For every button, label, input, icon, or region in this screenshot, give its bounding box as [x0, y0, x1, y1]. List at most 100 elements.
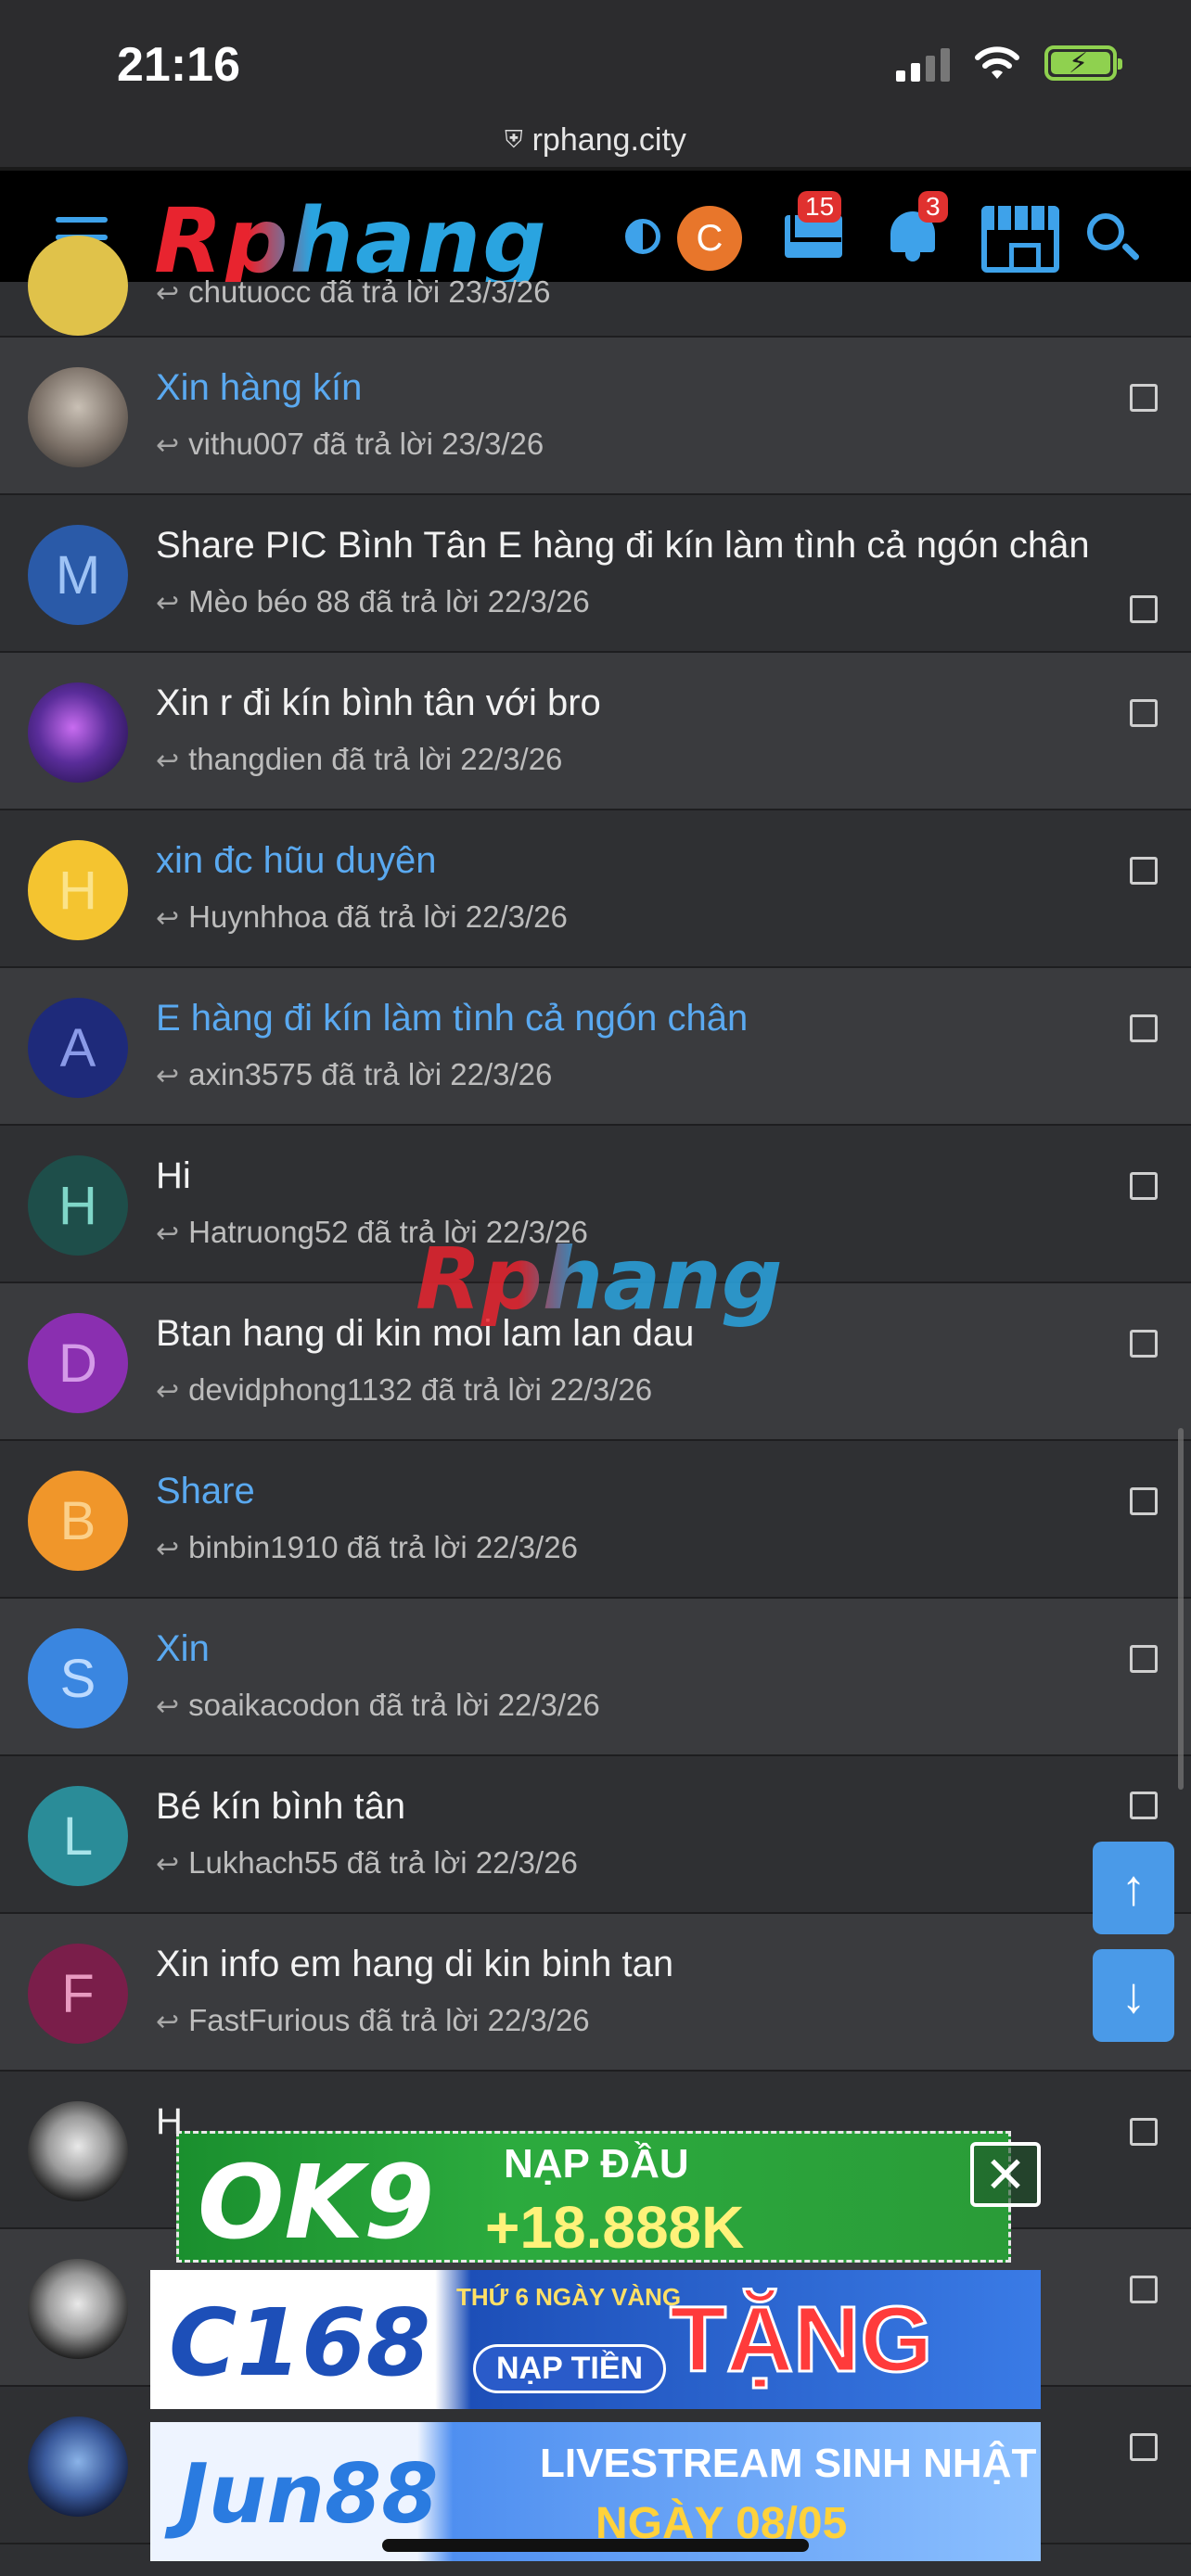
thread-reply-info[interactable]: axin3575 đã trả lời 22/3/26	[188, 1057, 552, 1091]
thread-reply-info[interactable]: chutuocc đã trả lời 23/3/26	[188, 274, 550, 309]
status-icons: ⚡	[896, 45, 1122, 82]
avatar[interactable]: L	[28, 1786, 128, 1886]
wifi-icon	[975, 46, 1019, 79]
address-bar[interactable]: ⛨ rphang.city	[0, 111, 1191, 169]
scroll-down-button[interactable]: ↓	[1093, 1949, 1174, 2042]
ad-brand: C168	[169, 2289, 431, 2397]
thread-meta: ↩ soaikacodon đã trả lời 22/3/26	[156, 1688, 600, 1723]
thread-meta: ↩ vithu007 đã trả lời 23/3/26	[156, 427, 544, 462]
reply-icon: ↩	[156, 1534, 180, 1564]
scroll-up-button[interactable]: ↑	[1093, 1842, 1174, 1934]
theme-toggle-icon[interactable]	[625, 219, 660, 254]
thread-reply-info[interactable]: devidphong1132 đã trả lời 22/3/26	[188, 1372, 652, 1407]
thread-title[interactable]: E hàng đi kín làm tình cả ngón chân	[156, 998, 748, 1039]
ad-banner-ok9[interactable]: OK9 NẠP ĐẦU +18.888K	[176, 2131, 1011, 2263]
avatar[interactable]: S	[28, 1628, 128, 1728]
avatar[interactable]	[28, 682, 128, 783]
ad-headline: NẠP ĐẦU	[504, 2141, 689, 2187]
store-icon[interactable]	[981, 206, 1059, 273]
watermark-logo: Rphang	[416, 1230, 783, 1329]
avatar[interactable]: H	[28, 840, 128, 940]
thread-title[interactable]: xin đc hũu duyên	[156, 840, 436, 882]
thread-row[interactable]: S Xin ↩ soaikacodon đã trả lời 22/3/26	[0, 1599, 1191, 1756]
reply-icon: ↩	[156, 746, 180, 776]
ad-banner-c168[interactable]: C168 THỨ 6 NGÀY VÀNG NẠP TIỀN TẶNG 5%	[150, 2270, 1041, 2409]
select-checkbox[interactable]	[1130, 1792, 1158, 1819]
thread-title[interactable]: Bé kín bình tân	[156, 1786, 405, 1828]
thread-title[interactable]: Xin	[156, 1628, 210, 1670]
user-avatar[interactable]: C	[677, 206, 742, 271]
ad-amount: +18.888K	[485, 2194, 745, 2261]
reply-icon: ↩	[156, 1849, 180, 1880]
avatar[interactable]	[28, 2259, 128, 2359]
close-ad-button[interactable]: ✕	[970, 2142, 1041, 2207]
select-checkbox[interactable]	[1130, 857, 1158, 885]
thread-meta: ↩ binbin1910 đã trả lời 22/3/26	[156, 1530, 578, 1565]
select-checkbox[interactable]	[1130, 1645, 1158, 1673]
search-icon[interactable]	[1087, 213, 1124, 250]
thread-reply-info[interactable]: Lukhach55 đã trả lời 22/3/26	[188, 1845, 578, 1880]
shield-lock-icon: ⛨	[505, 125, 523, 153]
thread-reply-info[interactable]: soaikacodon đã trả lời 22/3/26	[188, 1688, 600, 1722]
thread-row[interactable]: Hxin đc hũu duyên ↩ Huynhhoa đã trả lời 22…	[0, 810, 1191, 968]
cellular-signal-icon	[896, 45, 950, 82]
thread-reply-info[interactable]: binbin1910 đã trả lời 22/3/26	[188, 1530, 578, 1564]
inbox-count-badge: 15	[798, 191, 842, 223]
ad-brand: OK9	[198, 2143, 435, 2262]
thread-meta: ↩ chutuocc đã trả lời 23/3/26	[156, 274, 551, 310]
thread-row[interactable]: ↩ chutuocc đã trả lời 23/3/26	[0, 236, 1191, 338]
thread-row[interactable]: Xin r đi kín bình tân với bro ↩ thangdien …	[0, 653, 1191, 810]
thread-row[interactable]: F Xin info em hang di kin binh tan ↩ FastFu…	[0, 1914, 1191, 2072]
thread-reply-info[interactable]: FastFurious đã trả lời 22/3/26	[188, 2003, 590, 2037]
reply-icon: ↩	[156, 588, 180, 618]
avatar[interactable]: F	[28, 1944, 128, 2044]
reply-icon: ↩	[156, 430, 180, 461]
thread-reply-info[interactable]: Huynhhoa đã trả lời 22/3/26	[188, 899, 568, 934]
avatar[interactable]: H	[28, 1155, 128, 1256]
avatar[interactable]	[28, 367, 128, 467]
thread-reply-info[interactable]: Mèo béo 88 đã trả lời 22/3/26	[188, 584, 590, 618]
select-checkbox[interactable]	[1130, 2118, 1158, 2146]
avatar[interactable]	[28, 2417, 128, 2517]
avatar[interactable]: A	[28, 998, 128, 1098]
select-checkbox[interactable]	[1130, 1014, 1158, 1042]
ad-cta: NẠP TIỀN	[473, 2344, 667, 2393]
thread-title[interactable]: Xin r đi kín bình tân với bro	[156, 682, 601, 724]
select-checkbox[interactable]	[1130, 2276, 1158, 2303]
status-bar: 21:16 ⚡	[0, 0, 1191, 111]
thread-row[interactable]: M Share PIC Bình Tân E hàng đi kín làm tì…	[0, 495, 1191, 653]
select-checkbox[interactable]	[1130, 384, 1158, 412]
select-checkbox[interactable]	[1130, 1330, 1158, 1358]
thread-meta: ↩ FastFurious đã trả lời 22/3/26	[156, 2003, 590, 2038]
avatar[interactable]	[28, 236, 128, 336]
avatar[interactable]: B	[28, 1471, 128, 1571]
thread-title[interactable]: Xin hàng kín	[156, 367, 362, 409]
thread-row[interactable]: B Share ↩ binbin1910 đã trả lời 22/3/26	[0, 1441, 1191, 1599]
select-checkbox[interactable]	[1130, 1487, 1158, 1515]
thread-reply-info[interactable]: thangdien đã trả lời 22/3/26	[188, 742, 562, 776]
thread-title[interactable]: Xin info em hang di kin binh tan	[156, 1944, 673, 1985]
thread-title[interactable]: Share PIC Bình Tân E hàng đi kín làm tìn…	[156, 525, 1090, 567]
thread-row[interactable]: L Bé kín bình tân ↩ Lukhach55 đã trả lời 22…	[0, 1756, 1191, 1914]
thread-row[interactable]: Xin hàng kín ↩ vithu007 đã trả lời 23/3/26	[0, 338, 1191, 495]
avatar[interactable]	[28, 2101, 128, 2201]
thread-meta: ↩ Mèo béo 88 đã trả lời 22/3/26	[156, 584, 590, 619]
thread-row[interactable]: A E hàng đi kín làm tình cả ngón chân ↩ axi…	[0, 968, 1191, 1126]
select-checkbox[interactable]	[1130, 1172, 1158, 1200]
scrollbar[interactable]	[1178, 1428, 1184, 1790]
select-checkbox[interactable]	[1130, 595, 1158, 623]
thread-title[interactable]: Hi	[156, 1155, 191, 1197]
alerts-count-badge: 3	[918, 191, 948, 223]
select-checkbox[interactable]	[1130, 2433, 1158, 2461]
ad-headline: TẶNG 5%	[669, 2287, 934, 2410]
reply-icon: ↩	[156, 2007, 180, 2037]
thread-title[interactable]: Share	[156, 1471, 255, 1512]
select-checkbox[interactable]	[1130, 699, 1158, 727]
avatar[interactable]: D	[28, 1313, 128, 1413]
reply-icon: ↩	[156, 1218, 180, 1249]
thread-reply-info[interactable]: vithu007 đã trả lời 23/3/26	[188, 427, 544, 461]
avatar[interactable]: M	[28, 525, 128, 625]
thread-meta: ↩ Huynhhoa đã trả lời 22/3/26	[156, 899, 568, 935]
reply-icon: ↩	[156, 278, 180, 309]
reply-icon: ↩	[156, 1691, 180, 1722]
